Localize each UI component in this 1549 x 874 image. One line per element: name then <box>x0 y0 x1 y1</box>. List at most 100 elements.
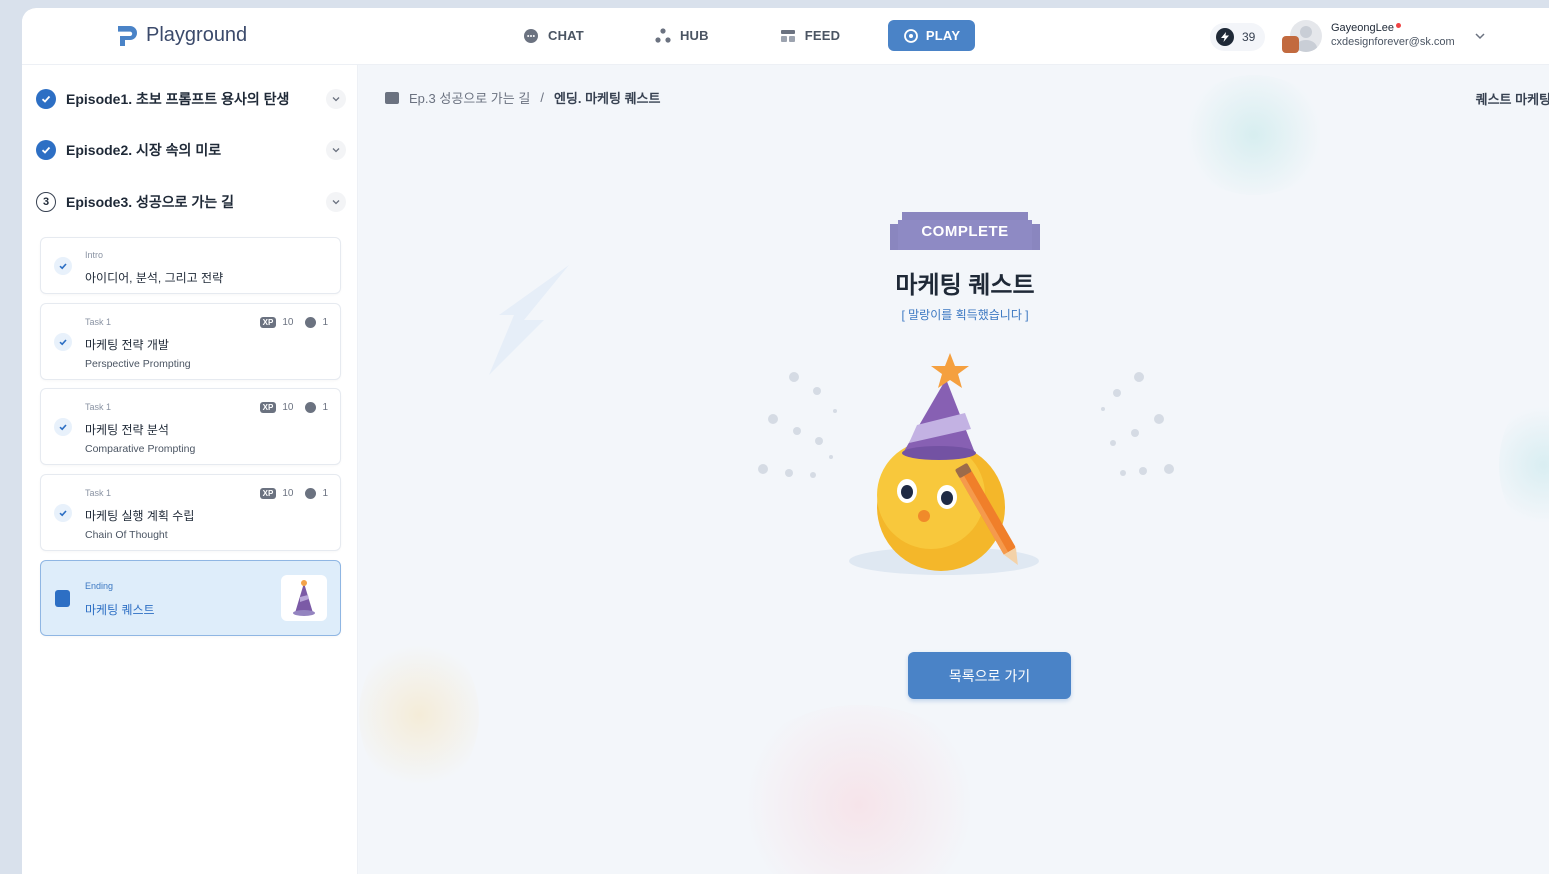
task-title: 마케팅 전략 개발 <box>85 338 169 352</box>
chevron-down-icon[interactable] <box>326 140 346 160</box>
lightning-decoration-icon <box>489 265 569 375</box>
task-title: 마케팅 실행 계획 수립 <box>85 509 195 523</box>
confetti-decoration <box>758 372 837 478</box>
episode-number: 3 <box>36 192 56 212</box>
breadcrumb-parent[interactable]: Ep.3 성공으로 가는 길 <box>409 88 530 107</box>
app-window: Playground CHAT HUB FEED PLAY 39 Gayeong… <box>22 8 1549 874</box>
coin-icon <box>305 488 317 499</box>
background-decoration <box>1179 75 1329 195</box>
check-icon <box>54 333 72 351</box>
episode-sidebar: Episode1. 초보 프롬프트 용사의 탄생 Episode2. 시장 속의… <box>22 65 358 874</box>
nav-feed[interactable]: FEED <box>775 20 844 51</box>
complete-banner: COMPLETE <box>890 212 1040 254</box>
reward-thumbnail <box>281 575 327 621</box>
background-decoration <box>1499 395 1549 535</box>
chevron-down-icon[interactable] <box>1474 30 1486 42</box>
nav-play-label: PLAY <box>925 28 961 43</box>
task-subtitle: Perspective Prompting <box>85 358 191 370</box>
breadcrumb-current: 엔딩. 마케팅 퀘스트 <box>553 91 661 106</box>
feed-icon <box>779 27 797 45</box>
task-tag: Task 1 <box>85 488 112 498</box>
nav-play[interactable]: PLAY <box>888 20 976 51</box>
points-badge[interactable]: 39 <box>1210 23 1266 51</box>
document-icon <box>55 590 70 607</box>
episode-2[interactable]: Episode2. 시장 속의 미로 <box>36 128 346 172</box>
task-1[interactable]: Task 1 마케팅 전략 개발 Perspective Prompting X… <box>40 303 341 380</box>
nav-feed-label: FEED <box>804 28 841 43</box>
check-icon <box>54 257 72 275</box>
nav-hub-label: HUB <box>679 28 709 43</box>
logo-text: Playground <box>146 23 248 46</box>
back-to-list-button[interactable]: 목록으로 가기 <box>908 652 1071 699</box>
task-subtitle: Comparative Prompting <box>85 443 196 455</box>
xp-value: 10 <box>282 488 294 499</box>
episode-1[interactable]: Episode1. 초보 프롬프트 용사의 탄생 <box>36 77 346 121</box>
task-title: 마케팅 퀘스트 <box>85 603 155 617</box>
top-header: Playground CHAT HUB FEED PLAY 39 Gayeong… <box>22 8 1549 65</box>
lightning-icon <box>1216 28 1234 46</box>
main-content: Ep.3 성공으로 가는 길 / 엔딩. 마케팅 퀘스트 퀘스트 마케팅 COM… <box>359 65 1549 874</box>
task-2[interactable]: Task 1 마케팅 전략 분석 Comparative Prompting X… <box>40 388 341 465</box>
quest-title: 마케팅 퀘스트 <box>895 272 1035 299</box>
background-decoration <box>359 635 479 795</box>
xp-icon: XP <box>259 402 277 413</box>
episode-title: Episode1. 초보 프롬프트 용사의 탄생 <box>66 91 290 107</box>
task-tag: Task 1 <box>85 402 112 412</box>
quest-subtitle: [ 말랑이를 획득했습니다 ] <box>901 308 1029 322</box>
task-rewards: XP 10 1 <box>259 488 328 499</box>
task-subtitle: Chain Of Thought <box>85 529 168 541</box>
task-3[interactable]: Task 1 마케팅 실행 계획 수립 Chain Of Thought XP … <box>40 474 341 551</box>
user-info[interactable]: GayeongLee cxdesignforever@sk.com <box>1331 22 1455 48</box>
task-title: 마케팅 전략 분석 <box>85 423 169 437</box>
coin-icon <box>305 402 317 413</box>
quest-label: 퀘스트 마케팅 <box>1475 92 1549 107</box>
level-badge-icon <box>1282 36 1299 53</box>
user-email: cxdesignforever@sk.com <box>1331 36 1455 48</box>
breadcrumb-separator: / <box>540 90 544 105</box>
task-tag: Ending <box>85 581 114 591</box>
nav-hub[interactable]: HUB <box>650 20 713 51</box>
task-rewards: XP 10 1 <box>259 402 328 413</box>
check-icon <box>54 418 72 436</box>
nav-chat-label: CHAT <box>548 28 584 43</box>
logo[interactable]: Playground <box>114 22 247 48</box>
background-decoration <box>729 705 989 874</box>
play-icon <box>903 27 918 45</box>
points-value: 39 <box>1242 30 1256 44</box>
check-circle-icon <box>36 140 56 160</box>
episode-3[interactable]: 3 Episode3. 성공으로 가는 길 <box>36 180 346 224</box>
task-rewards: XP 10 1 <box>259 317 328 328</box>
task-intro[interactable]: Intro 아이디어, 분석, 그리고 전략 <box>40 237 341 294</box>
task-tag: Task 1 <box>85 317 112 327</box>
complete-label: COMPLETE <box>921 223 1009 240</box>
hub-icon <box>654 27 672 45</box>
coin-value: 1 <box>322 402 328 413</box>
avatar[interactable] <box>1282 20 1322 56</box>
chevron-down-icon[interactable] <box>326 192 346 212</box>
breadcrumb: Ep.3 성공으로 가는 길 / 엔딩. 마케팅 퀘스트 <box>385 88 660 107</box>
chat-icon <box>522 27 540 45</box>
episode-title: Episode3. 성공으로 가는 길 <box>66 194 234 210</box>
task-ending[interactable]: Ending 마케팅 퀘스트 <box>40 560 341 636</box>
check-icon <box>54 504 72 522</box>
nav-chat[interactable]: CHAT <box>518 20 588 51</box>
user-name: GayeongLee <box>1331 22 1394 34</box>
wizard-hat-icon <box>293 580 315 616</box>
coin-value: 1 <box>322 488 328 499</box>
xp-value: 10 <box>282 402 294 413</box>
task-tag: Intro <box>85 250 104 260</box>
mascot-illustration <box>758 353 1174 575</box>
episode-title: Episode2. 시장 속의 미로 <box>66 142 222 158</box>
main-nav: CHAT HUB FEED PLAY <box>518 20 976 51</box>
xp-icon: XP <box>259 317 277 328</box>
xp-icon: XP <box>259 488 277 499</box>
folder-icon <box>385 91 399 104</box>
coin-icon <box>305 317 317 328</box>
coin-value: 1 <box>322 317 328 328</box>
notification-dot <box>1396 23 1401 28</box>
task-title: 아이디어, 분석, 그리고 전략 <box>85 271 224 285</box>
check-circle-icon <box>36 89 56 109</box>
chevron-down-icon[interactable] <box>326 89 346 109</box>
logo-icon <box>118 26 137 46</box>
xp-value: 10 <box>282 317 294 328</box>
